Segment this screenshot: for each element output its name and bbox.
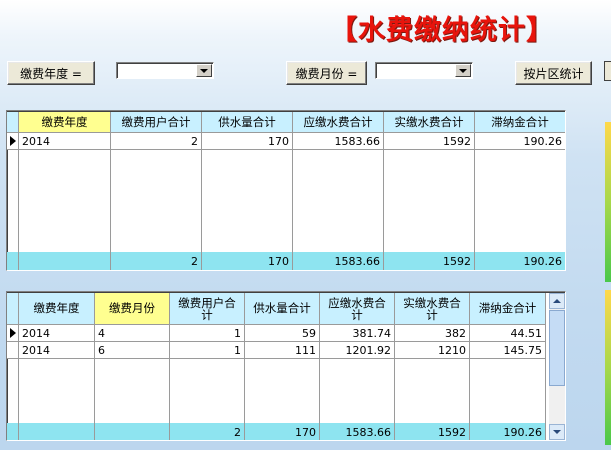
chevron-down-icon bbox=[459, 68, 467, 73]
month-dropdown-arrow[interactable] bbox=[455, 64, 471, 77]
district-stats-button[interactable]: 按片区统计 bbox=[515, 61, 592, 85]
month-summary-grid: 缴费年度 缴费月份 缴费用户合计 供水量合计 应缴水费合计 实缴水费合计 滞纳金… bbox=[6, 291, 566, 441]
side-panel-bar-bottom bbox=[605, 290, 611, 445]
row-indicator[interactable] bbox=[7, 133, 19, 150]
chevron-up-icon bbox=[553, 299, 561, 303]
cell-month[interactable]: 6 bbox=[95, 342, 170, 359]
cell-users[interactable]: 1 bbox=[170, 342, 245, 359]
row-indicator[interactable] bbox=[7, 325, 19, 342]
footer-due: 1583.66 bbox=[320, 423, 395, 440]
cell-year[interactable]: 2014 bbox=[19, 342, 95, 359]
row-indicator-header bbox=[7, 112, 19, 133]
footer-water: 170 bbox=[202, 252, 293, 270]
cell-paid[interactable]: 1210 bbox=[395, 342, 470, 359]
grid-empty-area bbox=[7, 150, 565, 252]
cell-latefee[interactable]: 190.26 bbox=[475, 133, 565, 150]
col-header-month[interactable]: 缴费月份 bbox=[95, 293, 170, 325]
footer-paid: 1592 bbox=[395, 423, 470, 440]
footer-users: 2 bbox=[111, 252, 202, 270]
year-summary-grid: 缴费年度 缴费用户合计 供水量合计 应缴水费合计 实缴水费合计 滞纳金合计 20… bbox=[6, 110, 566, 271]
month-filter-button[interactable]: 缴费月份 = bbox=[286, 61, 367, 85]
year-filter-button[interactable]: 缴费年度 = bbox=[7, 61, 95, 85]
cell-water[interactable]: 111 bbox=[245, 342, 320, 359]
col-header-water[interactable]: 供水量合计 bbox=[202, 112, 293, 133]
col-header-latefee[interactable]: 滞纳金合计 bbox=[475, 112, 565, 133]
partial-button[interactable] bbox=[604, 61, 611, 81]
page-title: 【水费缴纳统计】 bbox=[330, 15, 554, 46]
col-header-paid[interactable]: 实缴水费合计 bbox=[395, 293, 470, 325]
footer-due: 1583.66 bbox=[293, 252, 384, 270]
grid-footer-row: 2 170 1583.66 1592 190.26 bbox=[7, 252, 565, 270]
col-header-year[interactable]: 缴费年度 bbox=[19, 112, 111, 133]
footer-paid: 1592 bbox=[384, 252, 475, 270]
col-header-users[interactable]: 缴费用户合计 bbox=[170, 293, 245, 325]
col-header-due[interactable]: 应缴水费合计 bbox=[293, 112, 384, 133]
footer-latefee: 190.26 bbox=[470, 423, 546, 440]
cell-latefee[interactable]: 145.75 bbox=[470, 342, 546, 359]
current-row-icon bbox=[9, 136, 16, 146]
col-header-water[interactable]: 供水量合计 bbox=[245, 293, 320, 325]
grid-empty-area bbox=[7, 359, 551, 423]
cell-due[interactable]: 1201.92 bbox=[320, 342, 395, 359]
footer-water: 170 bbox=[245, 423, 320, 440]
cell-year[interactable]: 2014 bbox=[19, 133, 111, 150]
footer-year bbox=[19, 252, 111, 270]
footer-indicator bbox=[7, 252, 19, 270]
cell-due[interactable]: 381.74 bbox=[320, 325, 395, 342]
table-row[interactable]: 2014 2 170 1583.66 1592 190.26 bbox=[7, 133, 565, 150]
side-panel-bar-top bbox=[605, 122, 611, 282]
col-header-year[interactable]: 缴费年度 bbox=[19, 293, 95, 325]
chevron-down-icon bbox=[200, 68, 208, 73]
chevron-down-icon bbox=[553, 430, 561, 434]
footer-year bbox=[19, 423, 95, 440]
row-indicator[interactable] bbox=[7, 342, 19, 359]
year-dropdown-arrow[interactable] bbox=[196, 64, 212, 77]
cell-month[interactable]: 4 bbox=[95, 325, 170, 342]
col-header-due[interactable]: 应缴水费合计 bbox=[320, 293, 395, 325]
cell-paid[interactable]: 1592 bbox=[384, 133, 475, 150]
scroll-up-button[interactable] bbox=[549, 293, 565, 309]
month-select[interactable] bbox=[375, 62, 473, 79]
cell-paid[interactable]: 382 bbox=[395, 325, 470, 342]
footer-users: 2 bbox=[170, 423, 245, 440]
cell-water[interactable]: 170 bbox=[202, 133, 293, 150]
grid-header-row: 缴费年度 缴费用户合计 供水量合计 应缴水费合计 实缴水费合计 滞纳金合计 bbox=[7, 112, 565, 133]
cell-due[interactable]: 1583.66 bbox=[293, 133, 384, 150]
footer-latefee: 190.26 bbox=[475, 252, 565, 270]
col-header-users[interactable]: 缴费用户合计 bbox=[111, 112, 202, 133]
cell-year[interactable]: 2014 bbox=[19, 325, 95, 342]
cell-latefee[interactable]: 44.51 bbox=[470, 325, 546, 342]
vertical-scrollbar[interactable] bbox=[549, 293, 565, 440]
scroll-thumb[interactable] bbox=[549, 310, 565, 386]
table-row[interactable]: 2014 6 1 111 1201.92 1210 145.75 bbox=[7, 342, 546, 359]
year-select[interactable] bbox=[116, 62, 214, 79]
cell-users[interactable]: 1 bbox=[170, 325, 245, 342]
footer-indicator bbox=[7, 423, 19, 440]
col-header-paid[interactable]: 实缴水费合计 bbox=[384, 112, 475, 133]
current-row-icon bbox=[9, 328, 16, 338]
grid-footer-row: 2 170 1583.66 1592 190.26 bbox=[7, 423, 546, 440]
cell-users[interactable]: 2 bbox=[111, 133, 202, 150]
cell-water[interactable]: 59 bbox=[245, 325, 320, 342]
footer-month bbox=[95, 423, 170, 440]
scroll-down-button[interactable] bbox=[549, 424, 565, 440]
row-indicator-header bbox=[7, 293, 19, 325]
col-header-latefee[interactable]: 滞纳金合计 bbox=[470, 293, 546, 325]
grid-header-row: 缴费年度 缴费月份 缴费用户合计 供水量合计 应缴水费合计 实缴水费合计 滞纳金… bbox=[7, 293, 546, 325]
table-row[interactable]: 2014 4 1 59 381.74 382 44.51 bbox=[7, 325, 546, 342]
